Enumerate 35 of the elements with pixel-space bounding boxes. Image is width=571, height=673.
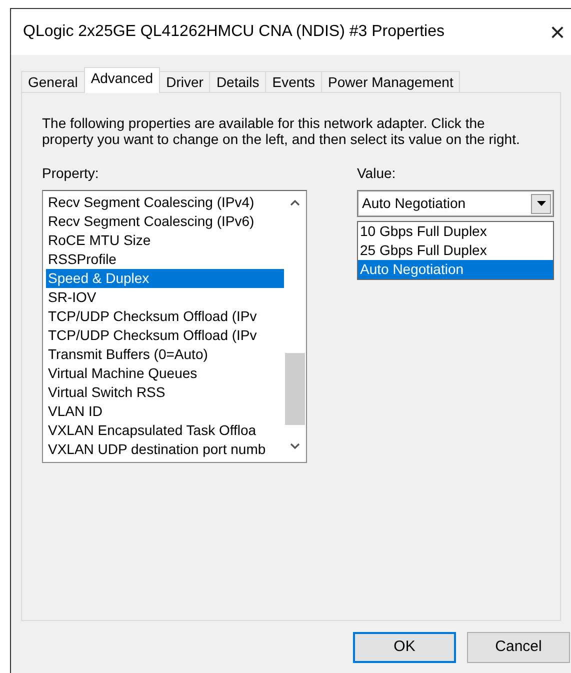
list-item[interactable]: Virtual Machine Queues — [46, 364, 284, 383]
dropdown-list[interactable]: 10 Gbps Full Duplex 25 Gbps Full Duplex Auto Negotiation — [357, 221, 554, 280]
cancel-button[interactable]: Cancel — [467, 632, 570, 663]
scroll-thumb[interactable] — [285, 353, 305, 425]
list-item[interactable]: SR-IOV — [46, 288, 284, 307]
dropdown-value: Auto Negotiation — [362, 194, 467, 213]
list-item[interactable]: Recv Segment Coalescing (IPv4) — [46, 193, 284, 212]
property-label: Property: — [42, 164, 100, 183]
value-dropdown[interactable]: Auto Negotiation — [357, 190, 554, 217]
list-item[interactable]: VXLAN Encapsulated Task Offloa — [46, 421, 284, 440]
tab[interactable]: General — [21, 71, 85, 93]
list-item[interactable]: Speed & Duplex — [46, 269, 284, 288]
window-title: QLogic 2x25GE QL41262HMCU CNA (NDIS) #3 Properties — [23, 22, 446, 42]
list-item[interactable]: VXLAN UDP destination port numb — [46, 440, 284, 459]
ok-button[interactable]: OK — [353, 632, 456, 663]
list-item[interactable]: Transmit Buffers (0=Auto) — [46, 345, 284, 364]
tab[interactable]: Power Management — [321, 71, 460, 93]
property-list[interactable] — [42, 190, 307, 463]
list-item[interactable]: RSSProfile — [46, 250, 284, 269]
dropdown-option[interactable]: 10 Gbps Full Duplex — [358, 222, 553, 241]
list-item[interactable]: VLAN ID — [46, 402, 284, 421]
dropdown-option[interactable]: Auto Negotiation — [358, 260, 553, 279]
dropdown-option[interactable]: 25 Gbps Full Duplex — [358, 241, 553, 260]
list-item[interactable]: RoCE MTU Size — [46, 231, 284, 250]
list-item[interactable]: TCP/UDP Checksum Offload (IPv — [46, 326, 284, 345]
list-item[interactable]: TCP/UDP Checksum Offload (IPv — [46, 307, 284, 326]
scroll-down-icon[interactable] — [290, 442, 300, 450]
description-text: The following properties are available for this network adapter. Click the property you want to change on the left, and then select its value on the right. — [42, 115, 521, 147]
close-button[interactable]: × — [544, 19, 571, 45]
list-item[interactable]: Recv Segment Coalescing (IPv6) — [46, 212, 284, 231]
tab[interactable]: Advanced — [84, 67, 160, 93]
list-item[interactable]: Virtual Switch RSS — [46, 383, 284, 402]
value-label: Value: — [357, 164, 397, 183]
dropdown-arrow-icon[interactable] — [536, 201, 546, 206]
scroll-up-icon[interactable] — [290, 199, 300, 207]
